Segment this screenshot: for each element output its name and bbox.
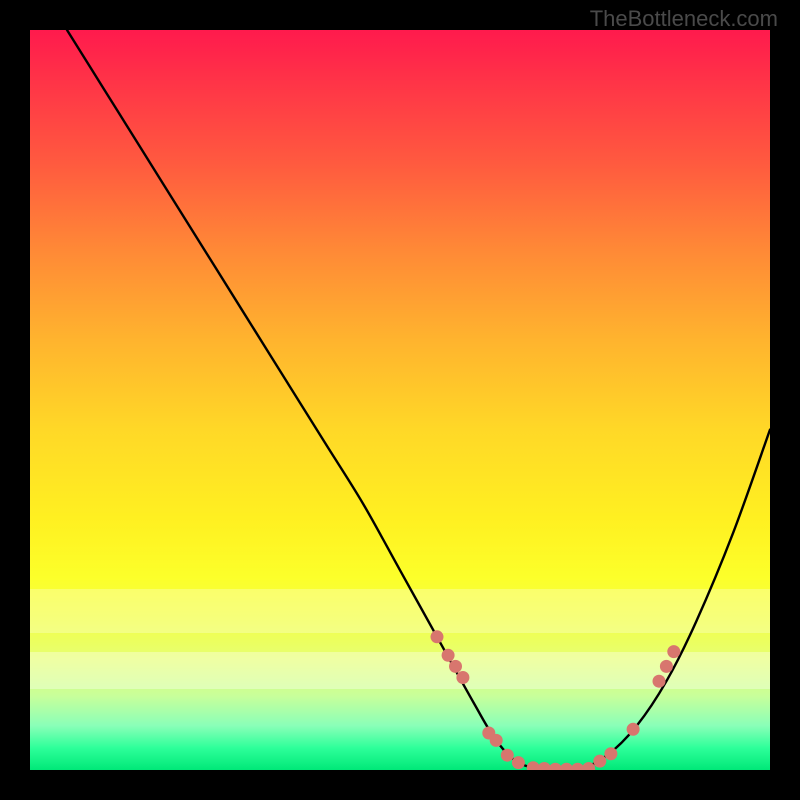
data-marker [501, 749, 514, 762]
data-marker [593, 755, 606, 768]
data-marker [667, 645, 680, 658]
bottleneck-curve [67, 30, 770, 770]
data-marker [660, 660, 673, 673]
data-marker [456, 671, 469, 684]
data-marker [527, 761, 540, 770]
data-marker [431, 630, 444, 643]
data-marker [512, 756, 525, 769]
data-marker [627, 723, 640, 736]
data-marker [653, 675, 666, 688]
chart-svg [30, 30, 770, 770]
data-marker [490, 734, 503, 747]
marker-group [431, 630, 681, 770]
plot-area [30, 30, 770, 770]
data-marker [604, 747, 617, 760]
watermark-text: TheBottleneck.com [590, 6, 778, 32]
data-marker [538, 762, 551, 770]
data-marker [571, 763, 584, 770]
data-marker [442, 649, 455, 662]
data-marker [449, 660, 462, 673]
data-marker [549, 763, 562, 770]
data-marker [560, 763, 573, 770]
